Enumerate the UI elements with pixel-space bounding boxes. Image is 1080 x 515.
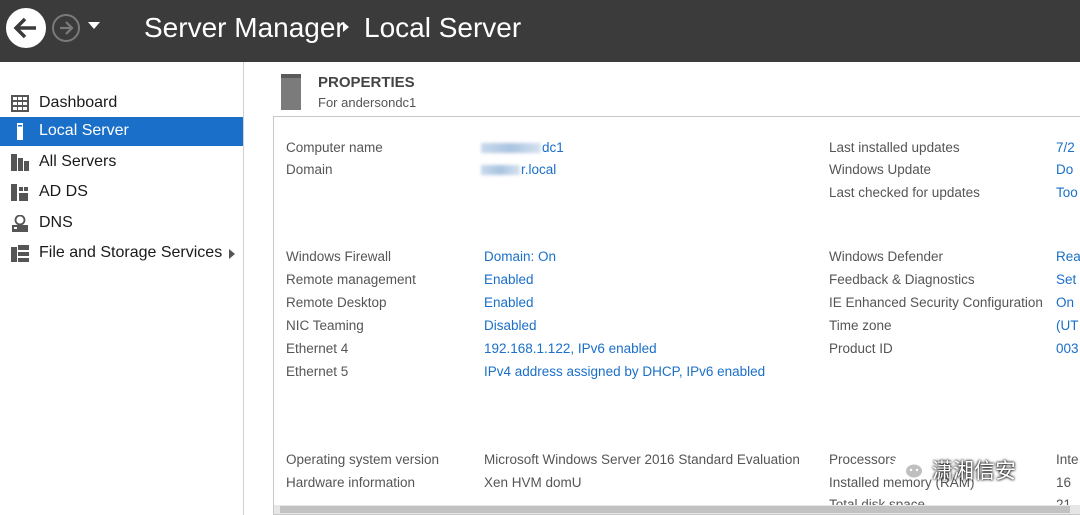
ethernet4-label: Ethernet 4	[286, 341, 349, 356]
sidebar-item-file-and-storage[interactable]: File and Storage Services	[0, 239, 243, 268]
feedback-diagnostics-label: Feedback & Diagnostics	[829, 272, 975, 287]
os-version-label: Operating system version	[286, 452, 440, 467]
nic-teaming-value[interactable]: Disabled	[484, 318, 537, 333]
scrollbar-thumb[interactable]	[280, 506, 1070, 513]
windows-defender-label: Windows Defender	[829, 249, 944, 264]
history-dropdown-icon[interactable]	[88, 22, 100, 29]
processors-label: Processors	[829, 452, 897, 467]
ie-esc-value[interactable]: On	[1056, 295, 1074, 310]
remote-management-value[interactable]: Enabled	[484, 272, 534, 287]
forward-button[interactable]	[52, 14, 80, 42]
hardware-info-value: Xen HVM domU	[484, 475, 582, 490]
windows-update-label: Windows Update	[829, 162, 932, 177]
sidebar-item-dns[interactable]: DNS	[0, 209, 243, 238]
arrow-right-icon	[60, 21, 74, 35]
breadcrumb-server-manager[interactable]: Server Manager	[144, 11, 345, 45]
server-tower-icon	[281, 74, 301, 110]
back-button[interactable]	[6, 8, 46, 48]
redacted-blur	[481, 165, 520, 176]
windows-firewall-value[interactable]: Domain: On	[484, 249, 556, 264]
sidebar-item-label: AD DS	[39, 183, 88, 200]
dashboard-grid-icon	[11, 95, 29, 112]
ethernet5-label: Ethernet 5	[286, 364, 349, 379]
file-storage-icon	[11, 245, 29, 262]
sidebar-item-label: All Servers	[39, 153, 117, 170]
time-zone-value[interactable]: (UT	[1056, 318, 1079, 333]
sidebar: Dashboard Local Server All Servers AD DS	[0, 62, 244, 515]
windows-firewall-label: Windows Firewall	[286, 249, 392, 264]
installed-memory-value: 16	[1056, 475, 1072, 490]
product-id-value[interactable]: 003	[1056, 341, 1079, 356]
server-icon	[17, 123, 23, 140]
ethernet5-value[interactable]: IPv4 address assigned by DHCP, IPv6 enab…	[484, 364, 765, 379]
nic-teaming-label: NIC Teaming	[286, 318, 364, 333]
hardware-info-label: Hardware information	[286, 475, 416, 490]
sidebar-item-all-servers[interactable]: All Servers	[0, 148, 243, 177]
horizontal-scrollbar[interactable]	[274, 505, 1080, 514]
domain-value[interactable]: r.local	[481, 162, 556, 177]
sidebar-item-local-server[interactable]: Local Server	[0, 117, 243, 146]
sidebar-item-ad-ds[interactable]: AD DS	[0, 178, 243, 207]
last-installed-updates-value[interactable]: 7/2	[1056, 140, 1075, 155]
last-checked-label: Last checked for updates	[829, 185, 980, 200]
product-id-label: Product ID	[829, 341, 893, 356]
computer-name-value[interactable]: dc1	[481, 140, 564, 155]
title-bar: Server Manager Local Server	[0, 0, 1080, 62]
expand-arrow-icon[interactable]	[229, 249, 235, 259]
sidebar-item-label: Local Server	[39, 122, 129, 139]
time-zone-label: Time zone	[829, 318, 892, 333]
sidebar-item-label: DNS	[39, 214, 73, 231]
breadcrumb-local-server: Local Server	[364, 12, 522, 43]
last-installed-updates-label: Last installed updates	[829, 140, 960, 155]
wechat-logo-icon	[893, 456, 924, 480]
windows-defender-value[interactable]: Rea	[1056, 249, 1080, 264]
domain-label: Domain	[286, 162, 333, 177]
processors-value: Inte	[1056, 452, 1079, 467]
redacted-blur	[481, 143, 541, 154]
properties-subtitle: For andersondc1	[318, 95, 417, 110]
properties-title: PROPERTIES	[318, 74, 415, 91]
computer-name-label: Computer name	[286, 140, 383, 155]
os-version-value: Microsoft Windows Server 2016 Standard E…	[484, 452, 800, 467]
sidebar-item-label: File and Storage Services	[39, 244, 223, 261]
remote-desktop-label: Remote Desktop	[286, 295, 387, 310]
watermark-text: 潇湘信安	[932, 459, 1016, 483]
feedback-diagnostics-value[interactable]: Set	[1056, 272, 1076, 287]
sidebar-item-label: Dashboard	[39, 94, 118, 111]
remote-desktop-value[interactable]: Enabled	[484, 295, 534, 310]
ethernet4-value[interactable]: 192.168.1.122, IPv6 enabled	[484, 341, 657, 356]
last-checked-value[interactable]: Too	[1056, 185, 1078, 200]
breadcrumb-separator-icon	[343, 22, 349, 32]
dns-icon	[12, 215, 28, 232]
sidebar-item-dashboard[interactable]: Dashboard	[0, 89, 243, 118]
ie-esc-label: IE Enhanced Security Configuration	[829, 295, 1043, 310]
ad-ds-icon	[11, 184, 28, 201]
servers-icon	[11, 154, 29, 171]
windows-update-value[interactable]: Do	[1056, 162, 1073, 177]
arrow-left-icon	[13, 17, 36, 39]
remote-management-label: Remote management	[286, 272, 416, 287]
